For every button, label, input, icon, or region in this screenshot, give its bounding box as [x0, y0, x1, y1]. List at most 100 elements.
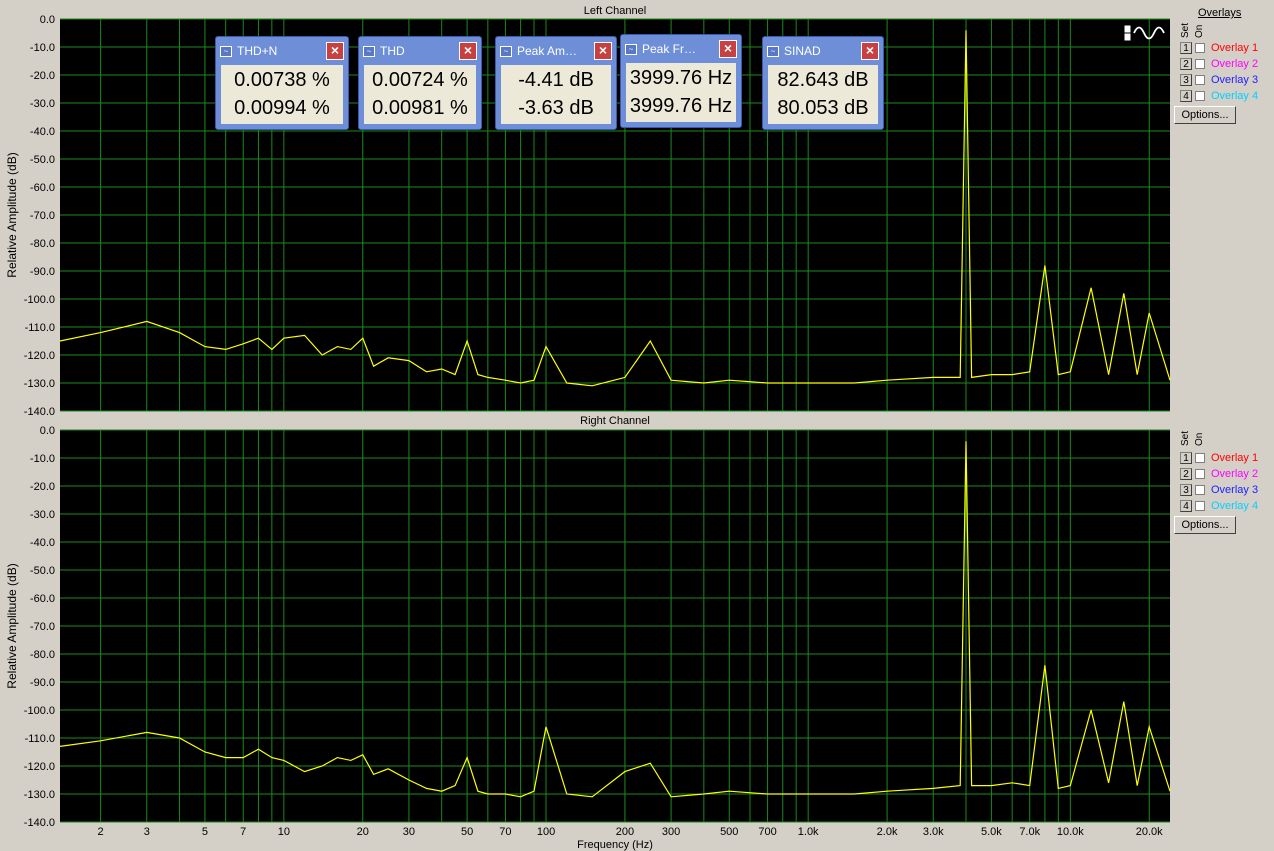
y-tick-label: -30.0 [30, 509, 55, 521]
close-icon[interactable]: × [459, 42, 477, 60]
meter-peak-frequency[interactable]: ~ Peak Fr… × 3999.76 Hz 3999.76 Hz [620, 34, 742, 128]
x-tick-label: 3.0k [923, 826, 944, 838]
close-icon[interactable]: × [326, 42, 344, 60]
set-label: Set [1180, 430, 1191, 446]
y-tick-label: -50.0 [30, 565, 55, 577]
x-tick-label: 5 [202, 826, 208, 838]
x-tick-label: 50 [461, 826, 473, 838]
x-tick-label: 200 [616, 826, 634, 838]
x-tick-label: 70 [499, 826, 511, 838]
x-tick-label: 10.0k [1057, 826, 1084, 838]
overlay-label: Overlay 3 [1211, 74, 1259, 86]
overlay-set-button[interactable]: 1 [1180, 452, 1192, 464]
y-tick-label: -70.0 [30, 621, 55, 633]
overlay-row-1[interactable]: 1 Overlay 1 [1180, 40, 1258, 56]
meter-readout: 0.00738 % 0.00994 % [221, 65, 343, 124]
y-tick-label: -100.0 [24, 294, 55, 306]
meter-waveform-icon: ~ [625, 43, 637, 55]
close-icon[interactable]: × [719, 40, 737, 58]
overlay-checkbox[interactable] [1195, 485, 1205, 495]
overlay-panel-left: Set On 1 Overlay 1 2 Overlay 2 3 Overlay 3 … [1172, 0, 1272, 410]
meter-waveform-icon: ~ [500, 45, 512, 57]
y-axis-label: Relative Amplitude (dB) [5, 152, 19, 277]
set-label: Set [1180, 22, 1191, 38]
options-button[interactable]: Options... [1174, 516, 1236, 534]
overlay-checkbox[interactable] [1195, 75, 1205, 85]
overlay-label: Overlay 2 [1211, 58, 1259, 70]
overlay-checkbox[interactable] [1195, 469, 1205, 479]
meter-value-left: 82.643 dB [777, 69, 869, 91]
overlay-row-4[interactable]: 4 Overlay 4 [1180, 88, 1258, 104]
y-tick-label: -90.0 [30, 266, 55, 278]
x-tick-label: 2 [98, 826, 104, 838]
y-tick-label: -60.0 [30, 593, 55, 605]
meter-peak-amplitude[interactable]: ~ Peak Am… × -4.41 dB -3.63 dB [495, 36, 617, 130]
y-tick-label: -120.0 [24, 350, 55, 362]
meter-value-right: 3999.76 Hz [629, 95, 733, 117]
generator-logo-icon [1122, 22, 1168, 44]
meter-thd-n[interactable]: ~ THD+N × 0.00738 % 0.00994 % [215, 36, 349, 130]
y-axis-label: Relative Amplitude (dB) [5, 563, 19, 688]
y-tick-label: -40.0 [30, 537, 55, 549]
overlay-row-1[interactable]: 1 Overlay 1 [1180, 450, 1258, 466]
y-tick-label: -100.0 [24, 705, 55, 717]
meter-waveform-icon: ~ [767, 45, 779, 57]
chart-title: Right Channel [580, 415, 650, 427]
y-tick-label: -60.0 [30, 182, 55, 194]
overlay-row-2[interactable]: 2 Overlay 2 [1180, 466, 1258, 482]
x-tick-label: 20.0k [1136, 826, 1163, 838]
overlay-checkbox[interactable] [1195, 453, 1205, 463]
y-tick-label: -40.0 [30, 126, 55, 138]
overlay-checkbox[interactable] [1195, 91, 1205, 101]
y-tick-label: 0.0 [40, 425, 55, 437]
meter-value-right: 0.00981 % [372, 97, 468, 119]
meter-value-right: -3.63 dB [518, 97, 594, 119]
y-tick-label: -110.0 [25, 322, 55, 334]
overlay-checkbox[interactable] [1195, 59, 1205, 69]
meter-sinad[interactable]: ~ SINAD × 82.643 dB 80.053 dB [762, 36, 884, 130]
close-icon[interactable]: × [594, 42, 612, 60]
meter-title: THD [380, 44, 405, 58]
overlay-set-button[interactable]: 1 [1180, 42, 1192, 54]
x-tick-label: 1.0k [798, 826, 819, 838]
overlay-label: Overlay 4 [1211, 500, 1259, 512]
y-tick-label: -140.0 [24, 406, 55, 418]
overlay-row-2[interactable]: 2 Overlay 2 [1180, 56, 1258, 72]
meter-waveform-icon: ~ [220, 45, 232, 57]
y-tick-label: -50.0 [30, 154, 55, 166]
overlay-checkbox[interactable] [1195, 43, 1205, 53]
meter-waveform-icon: ~ [363, 45, 375, 57]
overlay-row-4[interactable]: 4 Overlay 4 [1180, 498, 1258, 514]
overlay-row-3[interactable]: 3 Overlay 3 [1180, 72, 1258, 88]
overlay-set-button[interactable]: 3 [1180, 74, 1192, 86]
overlay-set-button[interactable]: 3 [1180, 484, 1192, 496]
overlay-row-3[interactable]: 3 Overlay 3 [1180, 482, 1258, 498]
meter-value-left: 0.00738 % [234, 69, 330, 91]
y-tick-label: -130.0 [24, 789, 55, 801]
y-tick-label: -10.0 [30, 42, 55, 54]
meter-title: SINAD [784, 44, 821, 58]
meter-value-right: 80.053 dB [777, 97, 869, 119]
x-tick-label: 3 [144, 826, 150, 838]
x-tick-label: 20 [357, 826, 369, 838]
meter-title: THD+N [237, 44, 278, 58]
y-tick-label: -20.0 [30, 70, 55, 82]
overlay-set-button[interactable]: 2 [1180, 468, 1192, 480]
y-tick-label: -90.0 [30, 677, 55, 689]
close-icon[interactable]: × [861, 42, 879, 60]
overlay-panel-right: Set On 1 Overlay 1 2 Overlay 2 3 Overlay 3 … [1172, 420, 1272, 830]
y-tick-label: -120.0 [24, 761, 55, 773]
y-tick-label: -110.0 [25, 733, 55, 745]
x-tick-label: 2.0k [877, 826, 898, 838]
overlay-set-button[interactable]: 2 [1180, 58, 1192, 70]
options-button[interactable]: Options... [1174, 106, 1236, 124]
overlay-checkbox[interactable] [1195, 501, 1205, 511]
meter-title: Peak Am… [517, 44, 578, 58]
x-tick-label: 7.0k [1019, 826, 1040, 838]
y-tick-label: -20.0 [30, 481, 55, 493]
x-tick-label: 700 [758, 826, 776, 838]
meter-thd[interactable]: ~ THD × 0.00724 % 0.00981 % [358, 36, 482, 130]
overlay-set-button[interactable]: 4 [1180, 500, 1192, 512]
overlay-set-button[interactable]: 4 [1180, 90, 1192, 102]
y-tick-label: -80.0 [30, 649, 55, 661]
